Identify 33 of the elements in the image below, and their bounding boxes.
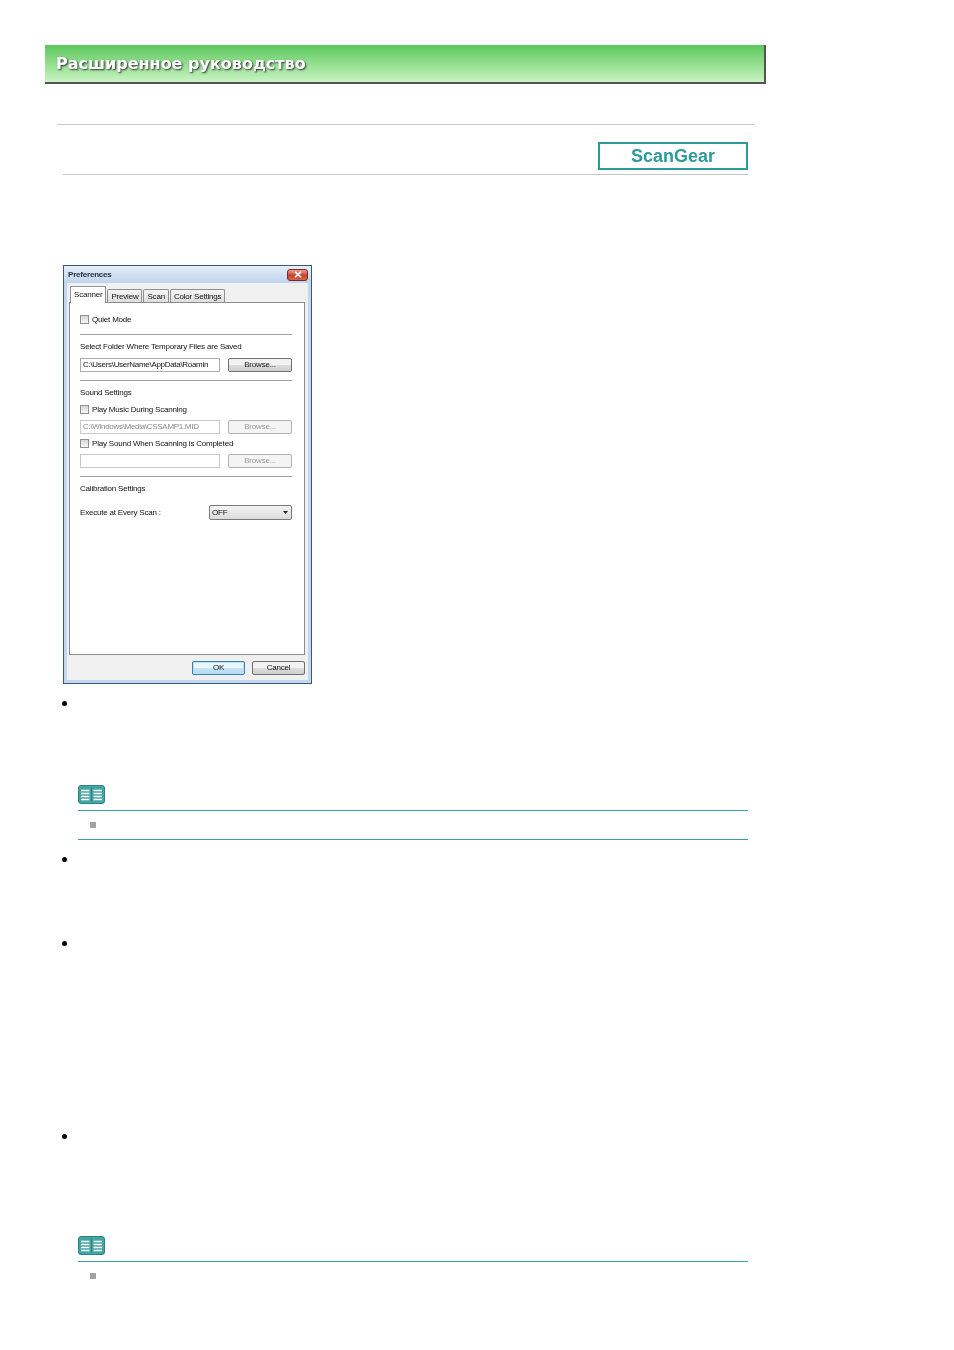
caret-icon — [283, 511, 288, 514]
book-icon — [78, 785, 105, 804]
bullet-icon — [62, 857, 67, 862]
path-field[interactable]: C:\Users\UserName\AppData\Roamin — [80, 357, 220, 372]
banner-title: Расширенное руководство — [56, 53, 306, 74]
square-bullet-icon — [90, 1273, 96, 1279]
checkbox-label: Quiet Mode — [92, 313, 132, 326]
tab[interactable]: Preview — [107, 289, 143, 302]
product-label: ScanGear — [598, 142, 748, 170]
checkbox[interactable] — [80, 439, 89, 448]
section-heading: Sound Settings — [80, 387, 133, 399]
bullet-icon — [62, 941, 67, 946]
checkbox-label: Play Sound When Scanning is Completed — [92, 437, 234, 450]
bullet-icon — [62, 701, 67, 706]
square-bullet-icon — [90, 822, 96, 828]
book-icon — [78, 1236, 105, 1255]
window-title: Preferences — [68, 269, 112, 280]
tab[interactable]: Scanner — [70, 286, 107, 303]
close-icon — [293, 271, 302, 278]
tab[interactable]: Color Settings — [169, 289, 226, 302]
dialog-button[interactable]: Cancel — [252, 661, 305, 675]
checkbox-label: Play Music During Scanning — [92, 403, 187, 416]
checkbox[interactable] — [80, 405, 89, 414]
section-heading: Calibration Settings — [80, 483, 147, 495]
tab[interactable]: Scan — [143, 289, 169, 302]
field-label: Execute at Every Scan : — [80, 506, 161, 519]
close-button[interactable] — [287, 268, 308, 281]
calibration-dropdown[interactable]: OFF — [209, 505, 292, 520]
bullet-icon — [62, 1134, 67, 1139]
section-heading: Select Folder Where Temporary Files are Saved — [80, 341, 243, 353]
checkbox[interactable] — [80, 315, 89, 324]
dialog-button[interactable]: OK — [192, 661, 245, 675]
browse-button[interactable]: Browse... — [228, 357, 292, 372]
